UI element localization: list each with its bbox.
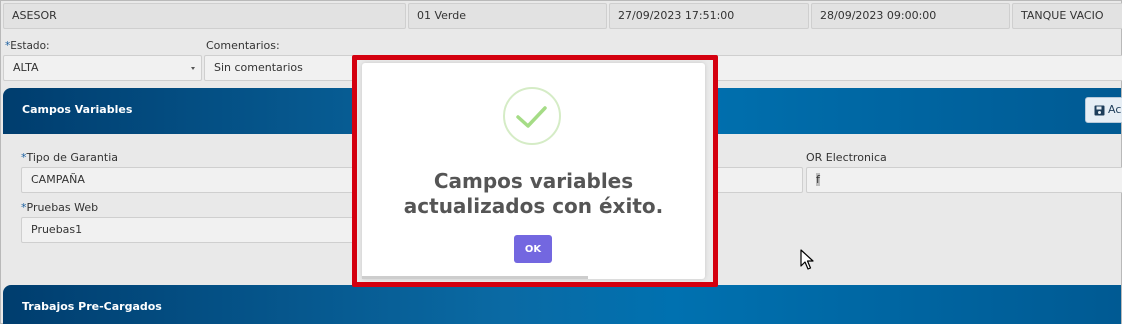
or-electronica-label: OR Electronica: [806, 151, 887, 164]
ok-button[interactable]: OK: [514, 235, 552, 263]
estado-value: ALTA: [13, 61, 39, 74]
comentarios-label: Comentarios:: [206, 39, 280, 52]
success-check-icon: [503, 87, 561, 145]
pruebas-web-label: *Pruebas Web: [21, 201, 99, 214]
summary-row: ASESOR 01 Verde 27/09/2023 17:51:00 28/0…: [3, 3, 1122, 29]
fuel-field: TANQUE VACIO: [1012, 3, 1122, 29]
status-color-field: 01 Verde: [408, 3, 607, 29]
dialog-message: Campos variables actualizados con éxito.: [403, 169, 664, 218]
mouse-cursor-icon: [800, 249, 814, 270]
or-electronica-value: f: [816, 173, 820, 186]
campos-variables-title: Campos Variables: [22, 103, 133, 116]
success-dialog: Campos variables actualizados con éxito.…: [362, 63, 705, 279]
end-date-field: 28/09/2023 09:00:00: [811, 3, 1010, 29]
start-date-field: 27/09/2023 17:51:00: [609, 3, 809, 29]
trabajos-header: Trabajos Pre-Cargados: [3, 285, 1121, 324]
estado-select[interactable]: ALTA: [3, 55, 202, 81]
tipo-garantia-field[interactable]: CAMPAÑA: [21, 167, 361, 193]
estado-label: *Estado:: [5, 40, 50, 52]
chevron-down-icon: [191, 67, 195, 70]
save-button-label: Ac: [1108, 103, 1122, 116]
timer-progress-bar: [362, 276, 588, 279]
or-electronica-field[interactable]: f: [806, 167, 1122, 193]
trabajos-title: Trabajos Pre-Cargados: [22, 300, 162, 313]
save-button[interactable]: Ac: [1085, 97, 1122, 123]
role-field: ASESOR: [3, 3, 406, 29]
tipo-garantia-label: *Tipo de Garantia: [21, 151, 119, 164]
pruebas-web-field[interactable]: Pruebas1: [21, 217, 361, 243]
floppy-disk-icon: [1094, 105, 1105, 115]
